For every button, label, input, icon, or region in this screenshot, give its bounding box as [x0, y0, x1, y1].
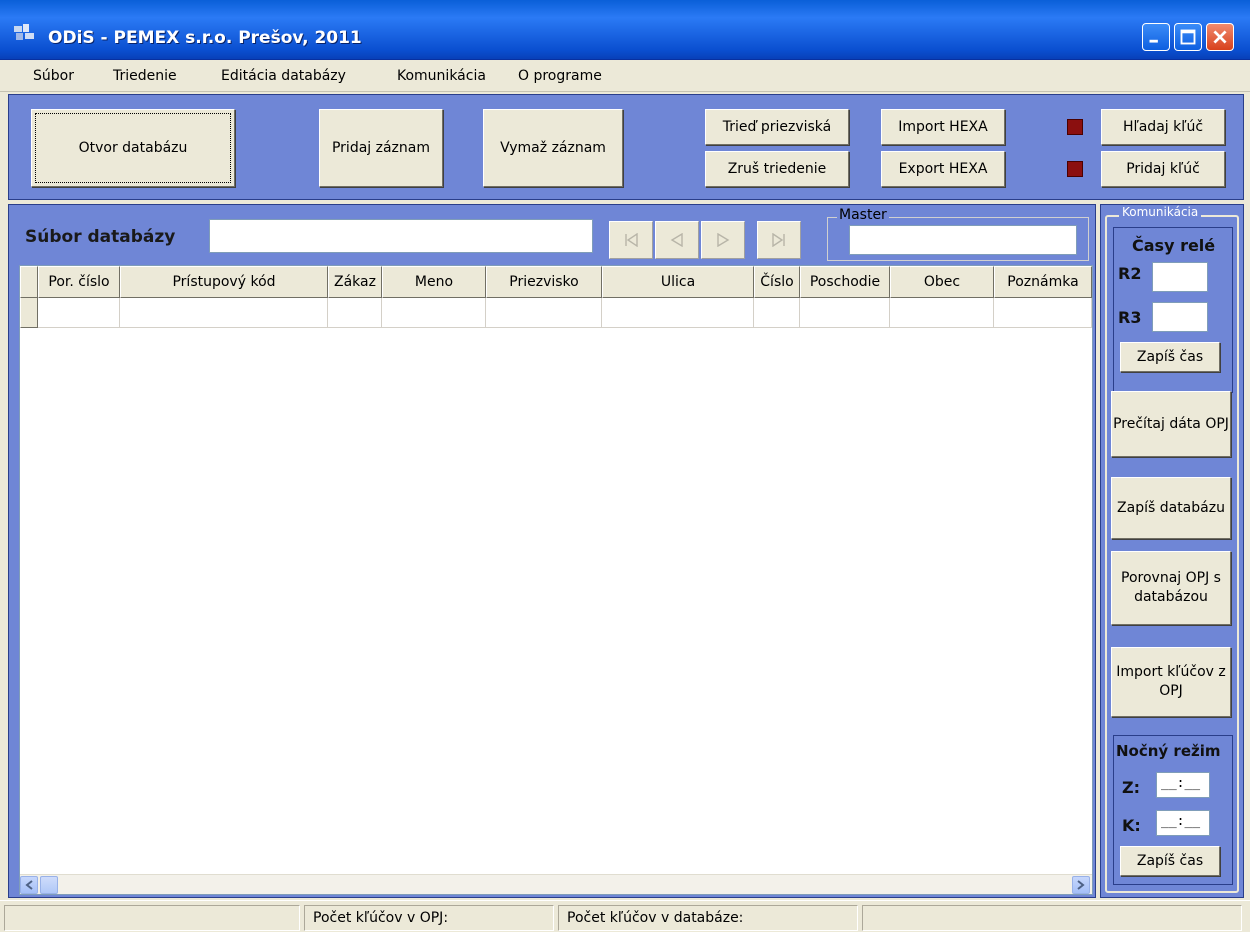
import-hexa-button[interactable]: Import HEXA	[881, 109, 1005, 145]
column-header[interactable]: Meno	[382, 266, 486, 298]
menu-triedenie[interactable]: Triedenie	[113, 68, 177, 84]
maximize-icon	[1180, 29, 1196, 45]
arrow-left-icon	[25, 880, 33, 890]
column-header[interactable]: Zákaz	[328, 266, 382, 298]
menu-bar: Súbor Triedenie Editácia databázy Komuni…	[0, 60, 1250, 92]
r3-label: R3	[1118, 308, 1142, 327]
communication-panel: Komunikácia Časy relé R2 R3 Zapíš čas Pr…	[1100, 204, 1244, 898]
nav-first-button[interactable]	[609, 221, 653, 259]
table-cell[interactable]	[754, 298, 800, 328]
table-cell[interactable]	[328, 298, 382, 328]
column-header[interactable]: Priezvisko	[486, 266, 602, 298]
r2-input[interactable]	[1152, 262, 1208, 292]
read-opj-button[interactable]: Prečítaj dáta OPJ	[1111, 391, 1231, 457]
status-pane-empty	[4, 905, 300, 931]
column-header[interactable]: Ulica	[602, 266, 754, 298]
compare-opj-button[interactable]: Porovnaj OPJ s databázou	[1111, 551, 1231, 625]
grid-corner	[20, 266, 38, 298]
table-cell[interactable]	[486, 298, 602, 328]
add-key-button[interactable]: Pridaj kľúč	[1101, 151, 1225, 187]
db-file-input[interactable]	[209, 219, 593, 253]
sort-surnames-button[interactable]: Trieď priezviská	[705, 109, 849, 145]
scroll-right-button[interactable]	[1072, 876, 1090, 894]
find-key-button[interactable]: Hľadaj kľúč	[1101, 109, 1225, 145]
r2-label: R2	[1118, 264, 1142, 283]
db-file-label: Súbor databázy	[25, 227, 176, 247]
prev-record-icon	[670, 233, 683, 247]
import-keys-button[interactable]: Import kľúčov z OPJ	[1111, 647, 1231, 717]
night-mode-panel: Nočný režim Z: __:__ K: __:__ Zapíš čas	[1113, 735, 1233, 885]
add-key-status-led	[1067, 161, 1083, 177]
r3-input[interactable]	[1152, 302, 1208, 332]
last-record-icon	[772, 233, 785, 247]
add-record-button[interactable]: Pridaj záznam	[319, 109, 443, 187]
row-selector[interactable]	[20, 298, 38, 328]
open-database-button[interactable]: Otvor databázu	[31, 109, 235, 187]
master-input[interactable]	[849, 225, 1077, 255]
table-cell[interactable]	[890, 298, 994, 328]
column-header[interactable]: Prístupový kód	[120, 266, 328, 298]
column-header[interactable]: Poznámka	[994, 266, 1092, 298]
menu-subor[interactable]: Súbor	[33, 68, 74, 84]
table-cell[interactable]	[800, 298, 890, 328]
toolbar-panel: Otvor databázu Pridaj záznam Vymaž zázna…	[8, 94, 1244, 200]
first-record-icon	[625, 233, 638, 247]
scroll-thumb[interactable]	[40, 876, 58, 894]
menu-o-programe[interactable]: O programe	[518, 68, 602, 84]
arrow-right-icon	[1077, 880, 1085, 890]
database-panel: Súbor databázy Master Por. číslo Prístup…	[8, 204, 1096, 898]
write-night-time-button[interactable]: Zapíš čas	[1120, 846, 1220, 876]
title-bar[interactable]: ODiS - PEMEX s.r.o. Prešov, 2011	[0, 0, 1250, 60]
close-button[interactable]	[1206, 23, 1234, 51]
communication-title: Komunikácia	[1119, 205, 1202, 219]
write-relay-time-button[interactable]: Zapíš čas	[1120, 342, 1220, 372]
next-record-icon	[717, 233, 730, 247]
app-window: ODiS - PEMEX s.r.o. Prešov, 2011 Súbor T…	[0, 0, 1250, 932]
menu-komunikacia[interactable]: Komunikácia	[397, 68, 486, 84]
status-progress	[862, 905, 1242, 931]
relay-times-label: Časy relé	[1132, 236, 1216, 255]
cancel-sort-button[interactable]: Zruš triedenie	[705, 151, 849, 187]
scroll-left-button[interactable]	[20, 876, 38, 894]
table-row[interactable]	[20, 298, 1092, 328]
table-cell[interactable]	[38, 298, 120, 328]
nav-last-button[interactable]	[757, 221, 801, 259]
nav-next-button[interactable]	[701, 221, 745, 259]
k-label: K:	[1122, 816, 1141, 835]
horizontal-scrollbar[interactable]	[20, 874, 1092, 894]
write-database-button[interactable]: Zapíš databázu	[1111, 477, 1231, 539]
find-key-status-led	[1067, 119, 1083, 135]
night-mode-label: Nočný režim	[1116, 742, 1221, 760]
export-hexa-button[interactable]: Export HEXA	[881, 151, 1005, 187]
status-keys-opj: Počet kľúčov v OPJ:	[304, 905, 554, 931]
night-to-input[interactable]: __:__	[1156, 810, 1210, 836]
z-label: Z:	[1122, 778, 1140, 797]
window-title: ODiS - PEMEX s.r.o. Prešov, 2011	[48, 28, 362, 48]
grid-header: Por. číslo Prístupový kód Zákaz Meno Pri…	[20, 266, 1092, 298]
column-header[interactable]: Číslo	[754, 266, 800, 298]
table-cell[interactable]	[120, 298, 328, 328]
master-label: Master	[837, 207, 889, 223]
close-icon	[1213, 30, 1227, 44]
table-cell[interactable]	[994, 298, 1092, 328]
status-bar: Počet kľúčov v OPJ: Počet kľúčov v datab…	[0, 900, 1250, 932]
records-grid[interactable]: Por. číslo Prístupový kód Zákaz Meno Pri…	[19, 265, 1093, 895]
menu-editacia[interactable]: Editácia databázy	[221, 68, 346, 84]
column-header[interactable]: Poschodie	[800, 266, 890, 298]
app-icon	[14, 24, 34, 40]
minimize-icon	[1149, 39, 1158, 43]
nav-prev-button[interactable]	[655, 221, 699, 259]
table-cell[interactable]	[602, 298, 754, 328]
delete-record-button[interactable]: Vymaž záznam	[483, 109, 623, 187]
night-from-input[interactable]: __:__	[1156, 772, 1210, 798]
maximize-button[interactable]	[1174, 23, 1202, 51]
column-header[interactable]: Por. číslo	[38, 266, 120, 298]
column-header[interactable]: Obec	[890, 266, 994, 298]
table-cell[interactable]	[382, 298, 486, 328]
minimize-button[interactable]	[1142, 23, 1170, 51]
relay-times-panel: Časy relé R2 R3 Zapíš čas	[1113, 227, 1233, 393]
status-keys-db: Počet kľúčov v databáze:	[558, 905, 858, 931]
